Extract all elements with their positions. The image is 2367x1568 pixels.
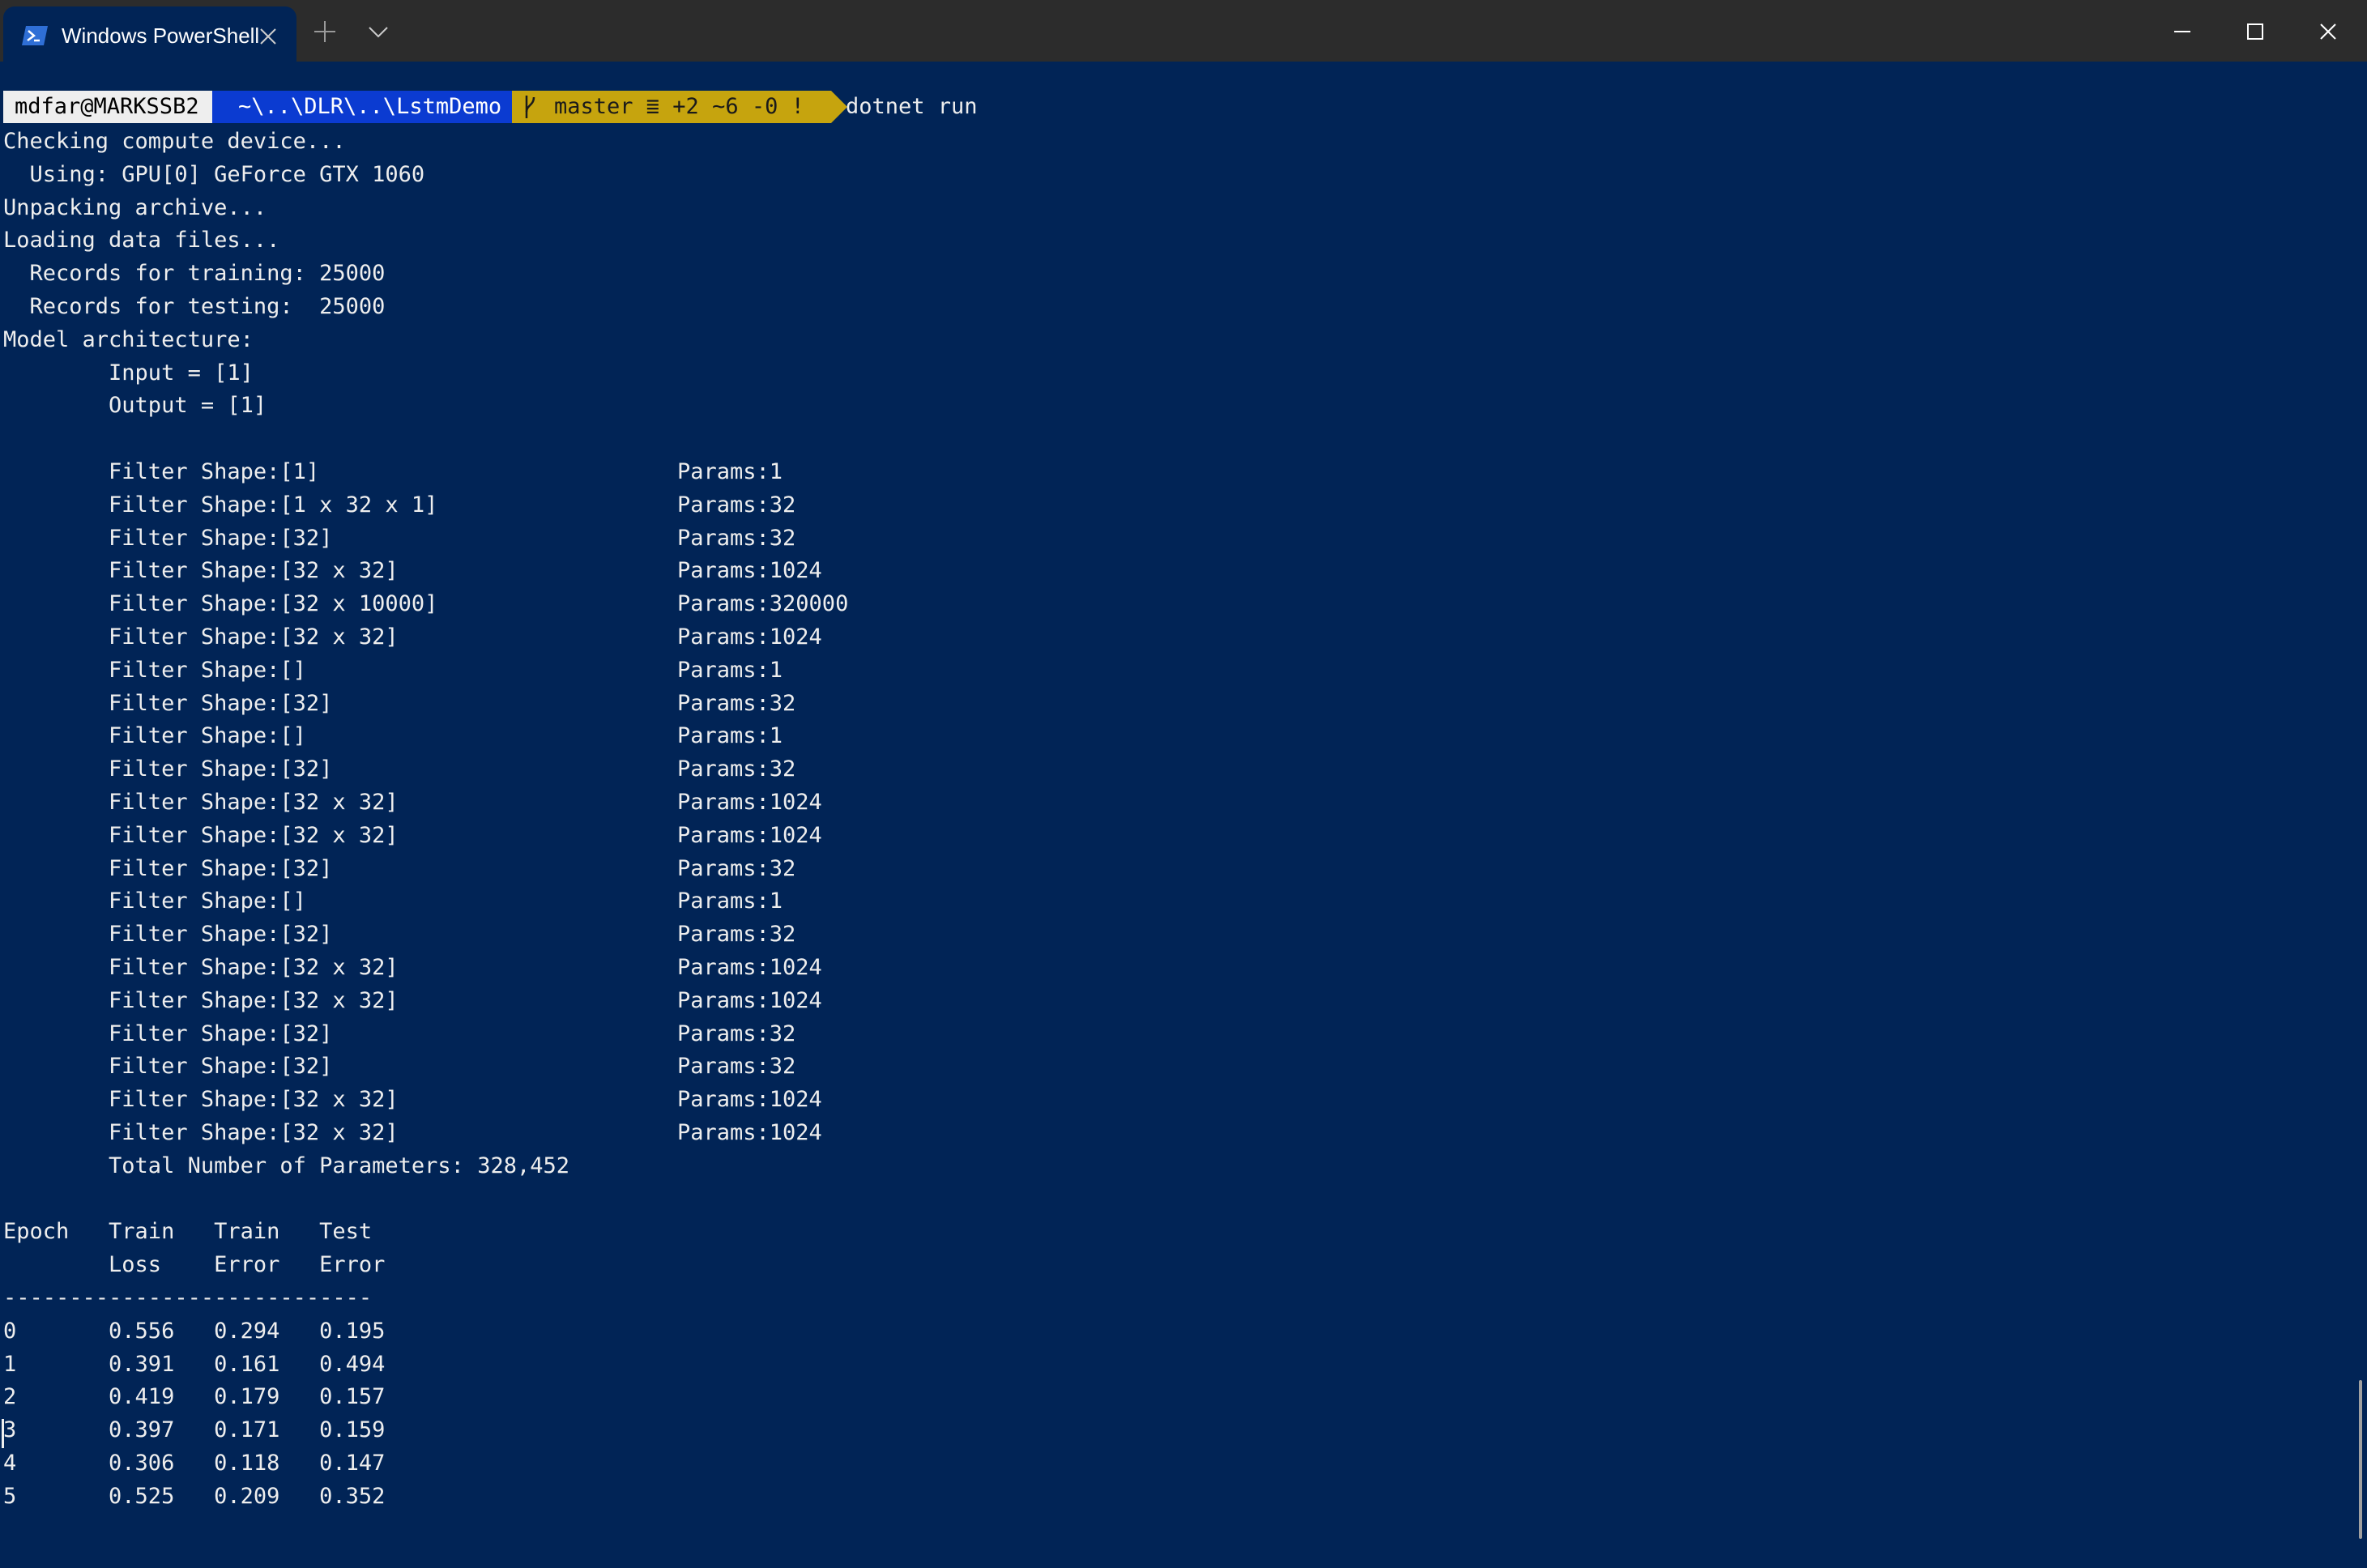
filter-params: Params:1 <box>677 459 783 484</box>
scrollbar[interactable] <box>2354 62 2367 1568</box>
filter-params: Params:32 <box>677 1054 796 1080</box>
filter-params: Params:1024 <box>677 987 822 1013</box>
filter-shape: Filter Shape:[1] <box>3 459 320 484</box>
output-line: Using: GPU[0] GeForce GTX 1060 <box>3 161 425 187</box>
filter-params: Params:1 <box>677 657 783 683</box>
maximize-button[interactable] <box>2220 0 2292 62</box>
output-line: Unpacking archive... <box>3 194 267 220</box>
filter-params: Params:1024 <box>677 790 822 815</box>
prompt-git-status: master ≣ +2 ~6 -0 ! <box>512 91 831 123</box>
filter-shape: Filter Shape:[32] <box>3 690 333 716</box>
filter-shape: Filter Shape:[32] <box>3 525 333 551</box>
filter-shape: Filter Shape:[32] <box>3 1054 333 1080</box>
filter-shape: Filter Shape:[32 x 32] <box>3 1120 399 1145</box>
filter-shape: Filter Shape:[32] <box>3 756 333 782</box>
chevron-down-icon[interactable] <box>368 26 389 39</box>
filter-shape: Filter Shape:[32 x 32] <box>3 790 399 815</box>
output-line: Records for training: 25000 <box>3 261 386 287</box>
filter-params: Params:1024 <box>677 624 822 650</box>
filter-shape: Filter Shape:[1 x 32 x 1] <box>3 492 438 518</box>
filter-shape: Filter Shape:[] <box>3 657 306 683</box>
minimize-icon <box>2174 31 2190 32</box>
table-header: Loss Error Error <box>3 1252 386 1278</box>
close-window-icon <box>2320 23 2336 40</box>
prompt-path: ~\..\DLR\..\LstmDemo <box>212 91 512 123</box>
filter-params: Params:320000 <box>677 591 849 617</box>
prompt-user: mdfar@MARKSSB2 <box>3 91 212 123</box>
filter-params: Params:1 <box>677 888 783 914</box>
filter-params: Params:32 <box>677 690 796 716</box>
text-cursor <box>2 1419 4 1448</box>
total-parameters: Total Number of Parameters: 328,452 <box>3 1153 569 1178</box>
filter-shape: Filter Shape:[32 x 32] <box>3 1087 399 1113</box>
terminal-output[interactable]: mdfar@MARKSSB2 ~\..\DLR\..\LstmDemo mast… <box>0 62 2354 1568</box>
output-line: Loading data files... <box>3 228 280 254</box>
filter-shape: Filter Shape:[32] <box>3 922 333 948</box>
filter-shape: Filter Shape:[32 x 32] <box>3 955 399 980</box>
filter-shape: Filter Shape:[32 x 10000] <box>3 591 438 617</box>
filter-params: Params:1 <box>677 723 783 749</box>
table-row: 3 0.397 0.171 0.159 <box>3 1417 386 1443</box>
tab-windows-powershell[interactable]: Windows PowerShell <box>3 6 296 62</box>
filter-params: Params:32 <box>677 922 796 948</box>
tab-title: Windows PowerShell <box>62 23 260 48</box>
prompt-separator <box>831 91 847 123</box>
filter-shape: Filter Shape:[32 x 32] <box>3 987 399 1013</box>
plus-icon[interactable] <box>313 19 337 44</box>
filter-params: Params:1024 <box>677 558 822 584</box>
output-line: Model architecture: <box>3 326 254 352</box>
output-line: Records for testing: 25000 <box>3 294 386 319</box>
output-line: Checking compute device... <box>3 129 346 154</box>
filter-params: Params:1024 <box>677 955 822 980</box>
minimize-button[interactable] <box>2147 0 2220 62</box>
filter-params: Params:1024 <box>677 822 822 848</box>
filter-params: Params:32 <box>677 756 796 782</box>
filter-params: Params:1024 <box>677 1087 822 1113</box>
filter-shape: Filter Shape:[32] <box>3 855 333 881</box>
table-row: 0 0.556 0.294 0.195 <box>3 1318 386 1344</box>
table-row: 1 0.391 0.161 0.494 <box>3 1351 386 1377</box>
filter-params: Params:32 <box>677 855 796 881</box>
output-line: Output = [1] <box>3 393 267 419</box>
filter-shape: Filter Shape:[32 x 32] <box>3 822 399 848</box>
scrollbar-thumb[interactable] <box>2359 1380 2362 1539</box>
filter-shape: Filter Shape:[32] <box>3 1020 333 1046</box>
filter-shape: Filter Shape:[32 x 32] <box>3 624 399 650</box>
filter-params: Params:32 <box>677 492 796 518</box>
command-text: dotnet run <box>846 94 978 119</box>
table-header: Epoch Train Train Test <box>3 1219 373 1245</box>
output-line: Input = [1] <box>3 360 254 386</box>
table-row: 2 0.419 0.179 0.157 <box>3 1384 386 1410</box>
powershell-icon <box>22 26 48 45</box>
title-bar: Windows PowerShell <box>0 0 2367 62</box>
filter-shape: Filter Shape:[] <box>3 723 306 749</box>
filter-shape: Filter Shape:[] <box>3 888 306 914</box>
table-row: 4 0.306 0.118 0.147 <box>3 1451 386 1476</box>
filter-shape: Filter Shape:[32 x 32] <box>3 558 399 584</box>
table-header: ---------------------------- <box>3 1285 373 1310</box>
filter-params: Params:1024 <box>677 1120 822 1145</box>
filter-params: Params:32 <box>677 525 796 551</box>
table-row: 5 0.525 0.209 0.352 <box>3 1483 386 1509</box>
git-branch-icon <box>525 96 535 118</box>
close-window-button[interactable] <box>2292 0 2365 62</box>
close-icon[interactable] <box>259 28 277 45</box>
maximize-icon <box>2247 23 2263 40</box>
filter-params: Params:32 <box>677 1020 796 1046</box>
